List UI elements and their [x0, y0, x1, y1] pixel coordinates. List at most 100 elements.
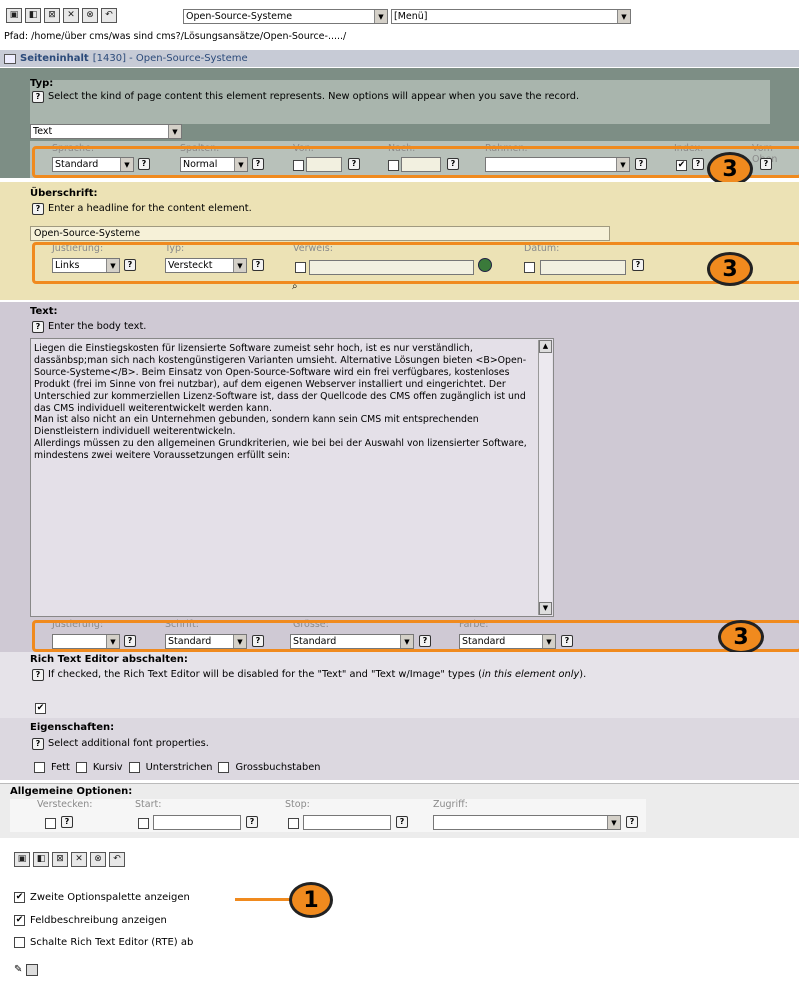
bottom-toolbar: ▣ ◧ ⊠ ✕ ⊗ ↶ [14, 852, 125, 867]
rte-desc-text: If checked, the Rich Text Editor will be… [48, 669, 586, 680]
start-label: Start: [135, 799, 162, 810]
zugriff-select[interactable]: ▼ [433, 815, 621, 830]
save-close-icon[interactable]: ⊠ [52, 852, 68, 867]
save-view-icon[interactable]: ◧ [33, 852, 49, 867]
disable-rte-label: Schalte Rich Text Editor (RTE) ab [30, 937, 194, 948]
underline-label: Unterstrichen [145, 762, 213, 773]
callout-box [32, 242, 799, 284]
page-select-value: Open-Source-Systeme [186, 11, 293, 22]
help-icon[interactable]: ? [246, 816, 258, 828]
stop-checkbox[interactable] [288, 818, 299, 829]
disable-rte-checkbox[interactable] [14, 937, 25, 948]
help-icon[interactable]: ? [32, 203, 44, 215]
header-label: Seiteninhalt [20, 53, 89, 64]
help-icon[interactable]: ? [32, 91, 44, 103]
underline-checkbox[interactable] [128, 762, 140, 773]
save-view-icon[interactable]: ◧ [25, 8, 41, 23]
help-icon[interactable]: ? [626, 816, 638, 828]
rte-label: Rich Text Editor abschalten: [30, 654, 188, 665]
typ-description: ? Select the kind of page content this el… [32, 91, 712, 103]
help-icon[interactable]: ? [32, 669, 44, 681]
eigenschaften-desc-text: Select additional font properties. [48, 738, 209, 749]
rte-desc-main: If checked, the Rich Text Editor will be… [48, 669, 482, 680]
second-palette-checkbox[interactable]: ✔ [14, 892, 25, 903]
start-input[interactable] [153, 815, 241, 830]
callout-box [32, 620, 799, 652]
second-palette-label: Zweite Optionspalette anzeigen [30, 892, 190, 903]
eigenschaften-description: ? Select additional font properties. [32, 738, 209, 750]
eigenschaften-label: Eigenschaften: [30, 722, 115, 733]
scroll-up-icon[interactable]: ▲ [539, 340, 552, 353]
textarea-scrollbar[interactable]: ▲ ▼ [538, 340, 552, 615]
page-icon[interactable] [26, 964, 39, 976]
text-label: Text: [30, 306, 58, 317]
undo-icon[interactable]: ↶ [109, 852, 125, 867]
scroll-down-icon[interactable]: ▼ [539, 602, 552, 615]
menu-select[interactable]: [Menü] ▼ [391, 9, 631, 24]
help-icon[interactable]: ? [396, 816, 408, 828]
verstecken-label: Verstecken: [37, 799, 93, 810]
general-options-label: Allgemeine Optionen: [10, 786, 133, 797]
zugriff-label: Zugriff: [433, 799, 468, 810]
ueberschrift-label: Überschrift: [30, 188, 98, 199]
italic-checkbox[interactable] [75, 762, 87, 773]
body-textarea[interactable]: Liegen die Einstiegskosten für lizensier… [30, 338, 554, 617]
start-checkbox[interactable] [138, 818, 149, 829]
document-icon [4, 53, 16, 64]
rte-disable-checkbox[interactable]: ✔ [35, 703, 46, 714]
ueberschrift-desc-text: Enter a headline for the content element… [48, 203, 252, 214]
stop-label: Stop: [285, 799, 310, 810]
callout-badge: 1 [289, 882, 333, 918]
font-properties-row: Fett Kursiv Unterstrichen Grossbuchstabe… [34, 762, 320, 773]
stop-input[interactable] [303, 815, 391, 830]
save-icon[interactable]: ▣ [6, 8, 22, 23]
header-rest: [1430] - Open-Source-Systeme [92, 53, 248, 64]
field-description-label: Feldbeschreibung anzeigen [30, 915, 167, 926]
chevron-down-icon: ▼ [617, 10, 630, 23]
text-desc-text: Enter the body text. [48, 321, 147, 332]
ueberschrift-description: ? Enter a headline for the content elemen… [32, 203, 252, 215]
callout-badge: 3 [707, 252, 753, 286]
callout-badge: 3 [718, 620, 764, 654]
uppercase-label: Grossbuchstaben [235, 762, 321, 773]
undo-icon[interactable]: ↶ [101, 8, 117, 23]
typ-label: Typ: [30, 78, 54, 89]
uppercase-checkbox[interactable] [218, 762, 230, 773]
italic-label: Kursiv [92, 762, 123, 773]
callout-box [32, 146, 799, 178]
bold-label: Fett [51, 762, 70, 773]
typ-select-value: Text [33, 126, 53, 137]
help-icon[interactable]: ? [32, 321, 44, 333]
rte-desc-em: in this element only [481, 669, 580, 680]
close-icon[interactable]: ✕ [63, 8, 79, 23]
page-select[interactable]: Open-Source-Systeme ▼ [183, 9, 388, 24]
help-icon[interactable]: ? [32, 738, 44, 750]
chevron-down-icon: ▼ [607, 816, 620, 829]
headline-input[interactable]: Open-Source-Systeme [30, 226, 610, 241]
callout-line [235, 898, 291, 901]
top-toolbar: ▣ ◧ ⊠ ✕ ⊗ ↶ [6, 8, 117, 23]
delete-icon[interactable]: ⊗ [82, 8, 98, 23]
help-icon[interactable]: ? [61, 816, 73, 828]
bold-checkbox[interactable] [34, 762, 45, 773]
verstecken-checkbox[interactable] [45, 818, 56, 829]
save-icon[interactable]: ▣ [14, 852, 30, 867]
field-description-checkbox[interactable]: ✔ [14, 915, 25, 926]
typ-select[interactable]: Text ▼ [30, 124, 182, 139]
save-close-icon[interactable]: ⊠ [44, 8, 60, 23]
footer-icons: ✎ [14, 964, 39, 976]
chevron-down-icon: ▼ [168, 125, 181, 138]
delete-icon[interactable]: ⊗ [90, 852, 106, 867]
second-palette-option[interactable]: ✔ Zweite Optionspalette anzeigen [14, 892, 190, 903]
close-icon[interactable]: ✕ [71, 852, 87, 867]
content-header-bar: Seiteninhalt [1430] - Open-Source-System… [0, 50, 799, 67]
chevron-down-icon: ▼ [374, 10, 387, 23]
callout-badge: 3 [707, 152, 753, 186]
edit-icon[interactable]: ✎ [14, 964, 22, 976]
rte-desc-end: ). [579, 669, 587, 680]
disable-rte-option[interactable]: Schalte Rich Text Editor (RTE) ab [14, 937, 193, 948]
breadcrumb-path: Pfad: /home/über cms/was sind cms?/Lösun… [4, 31, 347, 42]
typ-desc-text: Select the kind of page content this ele… [48, 91, 580, 102]
text-description: ? Enter the body text. [32, 321, 146, 333]
field-description-option[interactable]: ✔ Feldbeschreibung anzeigen [14, 915, 167, 926]
